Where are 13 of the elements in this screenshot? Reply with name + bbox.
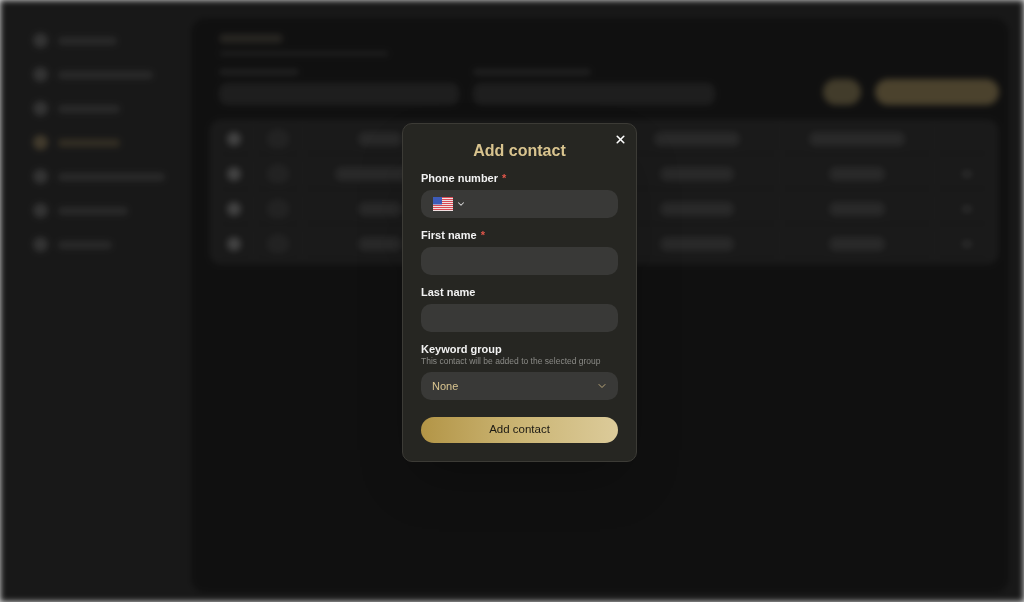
flag-icon (433, 197, 453, 211)
field-label: Last name (421, 286, 476, 299)
field-label: Keyword group (421, 343, 502, 356)
add-contact-button[interactable]: Add contact (421, 417, 618, 443)
field-label: First name * (421, 229, 485, 242)
dialog-title: Add contact (472, 141, 567, 161)
field-hint: This contact will be added to the selected group (421, 356, 601, 367)
close-icon (614, 133, 627, 146)
select-field[interactable]: None (421, 372, 618, 400)
close-button[interactable] (614, 133, 627, 146)
field-label: Phone number * (421, 172, 507, 185)
phone-input-field[interactable] (421, 190, 618, 218)
chevron-down-icon (456, 199, 466, 209)
